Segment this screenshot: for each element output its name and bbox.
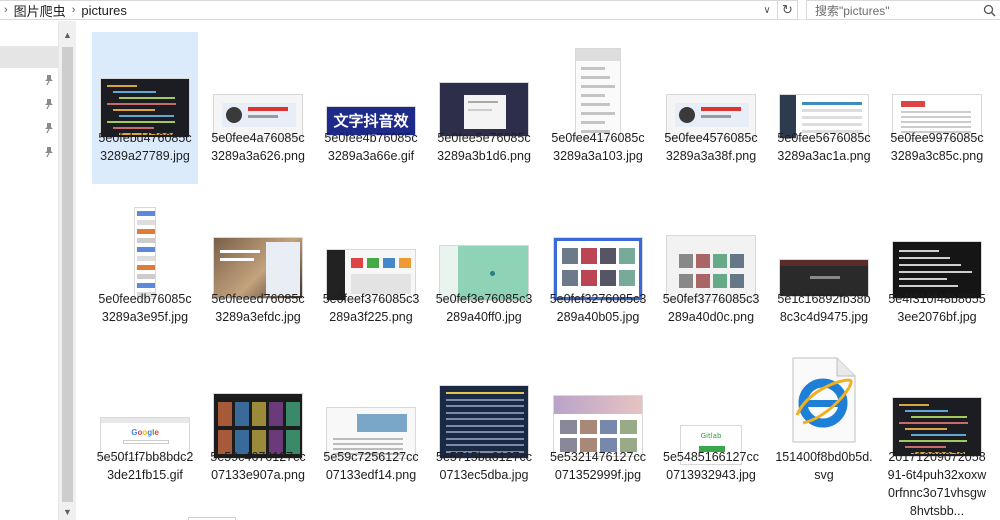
file-name: 5e59c4676127cc07133e907a.png (210, 450, 306, 482)
pin-icon[interactable] (44, 122, 54, 134)
file-item[interactable]: 5e0fef3e76085c3289a40ff0.jpg (431, 193, 537, 345)
pin-icon[interactable] (44, 146, 54, 158)
file-name: 5e4f310f48b86553ee2076bf.jpg (888, 292, 986, 324)
file-item[interactable]: Gitlab 5e5485166127cc0713932943.jpg (658, 351, 764, 503)
file-item[interactable]: 5e59c4676127cc07133e907a.png (205, 351, 311, 503)
file-name: 5e0feeed76085c3289a3efdc.jpg (211, 292, 305, 324)
file-item[interactable]: 5e0febd476085c3289a27789.jpg (92, 32, 198, 184)
breadcrumb-item-current[interactable]: pictures (79, 3, 129, 18)
file-name: 5e0fef3776085c3289a40d0c.png (662, 292, 760, 324)
file-item[interactable]: 5e0feedb76085c3289a3e95f.jpg (92, 193, 198, 345)
file-name: 5e0fee4b76085c3289a3a66e.gif (324, 131, 418, 163)
file-name: 20171209072058 91-6t4puh32xoxw0rfnnc3o71… (887, 450, 987, 518)
file-item[interactable]: 5e0feef376085c3289a3f225.png (318, 193, 424, 345)
file-item[interactable]: 5e5321476127cc071352999f.jpg (545, 351, 651, 503)
scroll-down-icon[interactable]: ▼ (59, 503, 76, 520)
file-item[interactable]: 5e0fee4a76085c3289a3a626.png (205, 32, 311, 184)
refresh-icon[interactable]: ↻ (777, 1, 797, 19)
file-item[interactable]: 5e59c7256127cc07133edf14.png (318, 351, 424, 503)
nav-scrollbar[interactable]: ▲ ▼ (58, 21, 76, 520)
chevron-down-icon[interactable]: ∨ (759, 1, 775, 19)
file-item[interactable]: 5e0fee4576085c3289a3a38f.png (658, 32, 764, 184)
navigation-pane: ▲ ▼ (0, 21, 76, 520)
file-name: 5e0fef3e76085c3289a40ff0.jpg (435, 292, 533, 324)
file-name: 5e59c7256127cc07133edf14.png (323, 450, 419, 482)
file-name: 5e0fee4576085c3289a3a38f.png (664, 131, 758, 163)
file-name: 5e1c16892fb38b8c3c4d9475.jpg (777, 292, 871, 324)
pin-icon[interactable] (44, 74, 54, 86)
toolbar: › 图片爬虫 › pictures ∨ ↻ 搜索"pictures" (0, 0, 1000, 20)
pin-icon[interactable] (44, 98, 54, 110)
file-item[interactable]: 5e0feeed76085c3289a3efdc.jpg (205, 193, 311, 345)
file-name: 5e0fee9976085c3289a3c85c.png (890, 131, 984, 163)
file-name: 5e0fee5e76085c3289a3b1d6.png (437, 131, 531, 163)
breadcrumb-separator[interactable]: › (68, 4, 80, 16)
nav-item-selected[interactable] (0, 46, 58, 68)
file-item[interactable]: 5e0fee5676085c3289a3ac1a.png (771, 32, 877, 184)
file-name: 5e0fee4a76085c3289a3a626.png (211, 131, 305, 163)
file-name: 5e0fee4176085c3289a3a103.jpg (551, 131, 645, 163)
file-name: 151400f8bd0b5d.svg (775, 450, 873, 482)
scroll-up-icon[interactable]: ▲ (59, 26, 76, 43)
file-name: 5e5715ba6127cc0713ec5dba.jpg (436, 450, 532, 482)
file-name: 5e0feedb76085c3289a3e95f.jpg (98, 292, 192, 324)
file-item[interactable]: 5e0fee9976085c3289a3c85c.png (884, 32, 990, 184)
file-name: 5e50f1f7bb8bdc23de21fb15.gif (96, 450, 194, 482)
file-item[interactable]: 5e1c16892fb38b8c3c4d9475.jpg (771, 193, 877, 345)
breadcrumb-separator[interactable]: › (0, 4, 12, 16)
search-input[interactable]: 搜索"pictures" (806, 0, 1000, 20)
address-bar[interactable]: › 图片爬虫 › pictures ∨ ↻ (0, 0, 798, 20)
file-item[interactable]: 5e0fef3276085c3289a40b05.jpg (545, 193, 651, 345)
file-item[interactable]: 20171209072058 91-6t4puh32xoxw0rfnnc3o71… (884, 351, 990, 518)
file-item[interactable]: 文字抖音效果5e0fee4b76085c3289a3a66e.gif (318, 32, 424, 184)
svg-file-icon (789, 357, 859, 443)
search-placeholder: 搜索"pictures" (815, 3, 890, 18)
file-thumbnail (134, 207, 156, 299)
file-name: 5e5485166127cc0713932943.jpg (663, 450, 759, 482)
file-item[interactable]: 5e0fee5e76085c3289a3b1d6.png (431, 32, 537, 184)
file-name: 5e0fee5676085c3289a3ac1a.png (777, 131, 871, 163)
file-name: 5e0febd476085c3289a27789.jpg (98, 131, 192, 163)
file-item[interactable]: 5e4f310f48b86553ee2076bf.jpg (884, 193, 990, 345)
file-thumbnail (575, 48, 621, 140)
file-name: 5e5321476127cc071352999f.jpg (550, 450, 646, 482)
file-item[interactable]: Google 5e50f1f7bb8bdc23de21fb15.gif (92, 351, 198, 503)
breadcrumb-item-parent[interactable]: 图片爬虫 (12, 1, 68, 20)
file-grid: 5e0febd476085c3289a27789.jpg 5e0fee4a7608… (76, 21, 1000, 520)
file-name: 5e0feef376085c3289a3f225.png (322, 292, 420, 324)
file-item[interactable]: 5e5715ba6127cc0713ec5dba.jpg (431, 351, 537, 503)
scrollbar-thumb[interactable] (62, 47, 73, 502)
file-name: 5e0fef3276085c3289a40b05.jpg (549, 292, 647, 324)
search-icon[interactable] (978, 1, 1000, 19)
file-item[interactable]: 5e0fee4176085c3289a3a103.jpg (545, 32, 651, 184)
file-item[interactable]: 5e0fef3776085c3289a40d0c.png (658, 193, 764, 345)
file-item[interactable]: 151400f8bd0b5d.svg (771, 351, 877, 503)
